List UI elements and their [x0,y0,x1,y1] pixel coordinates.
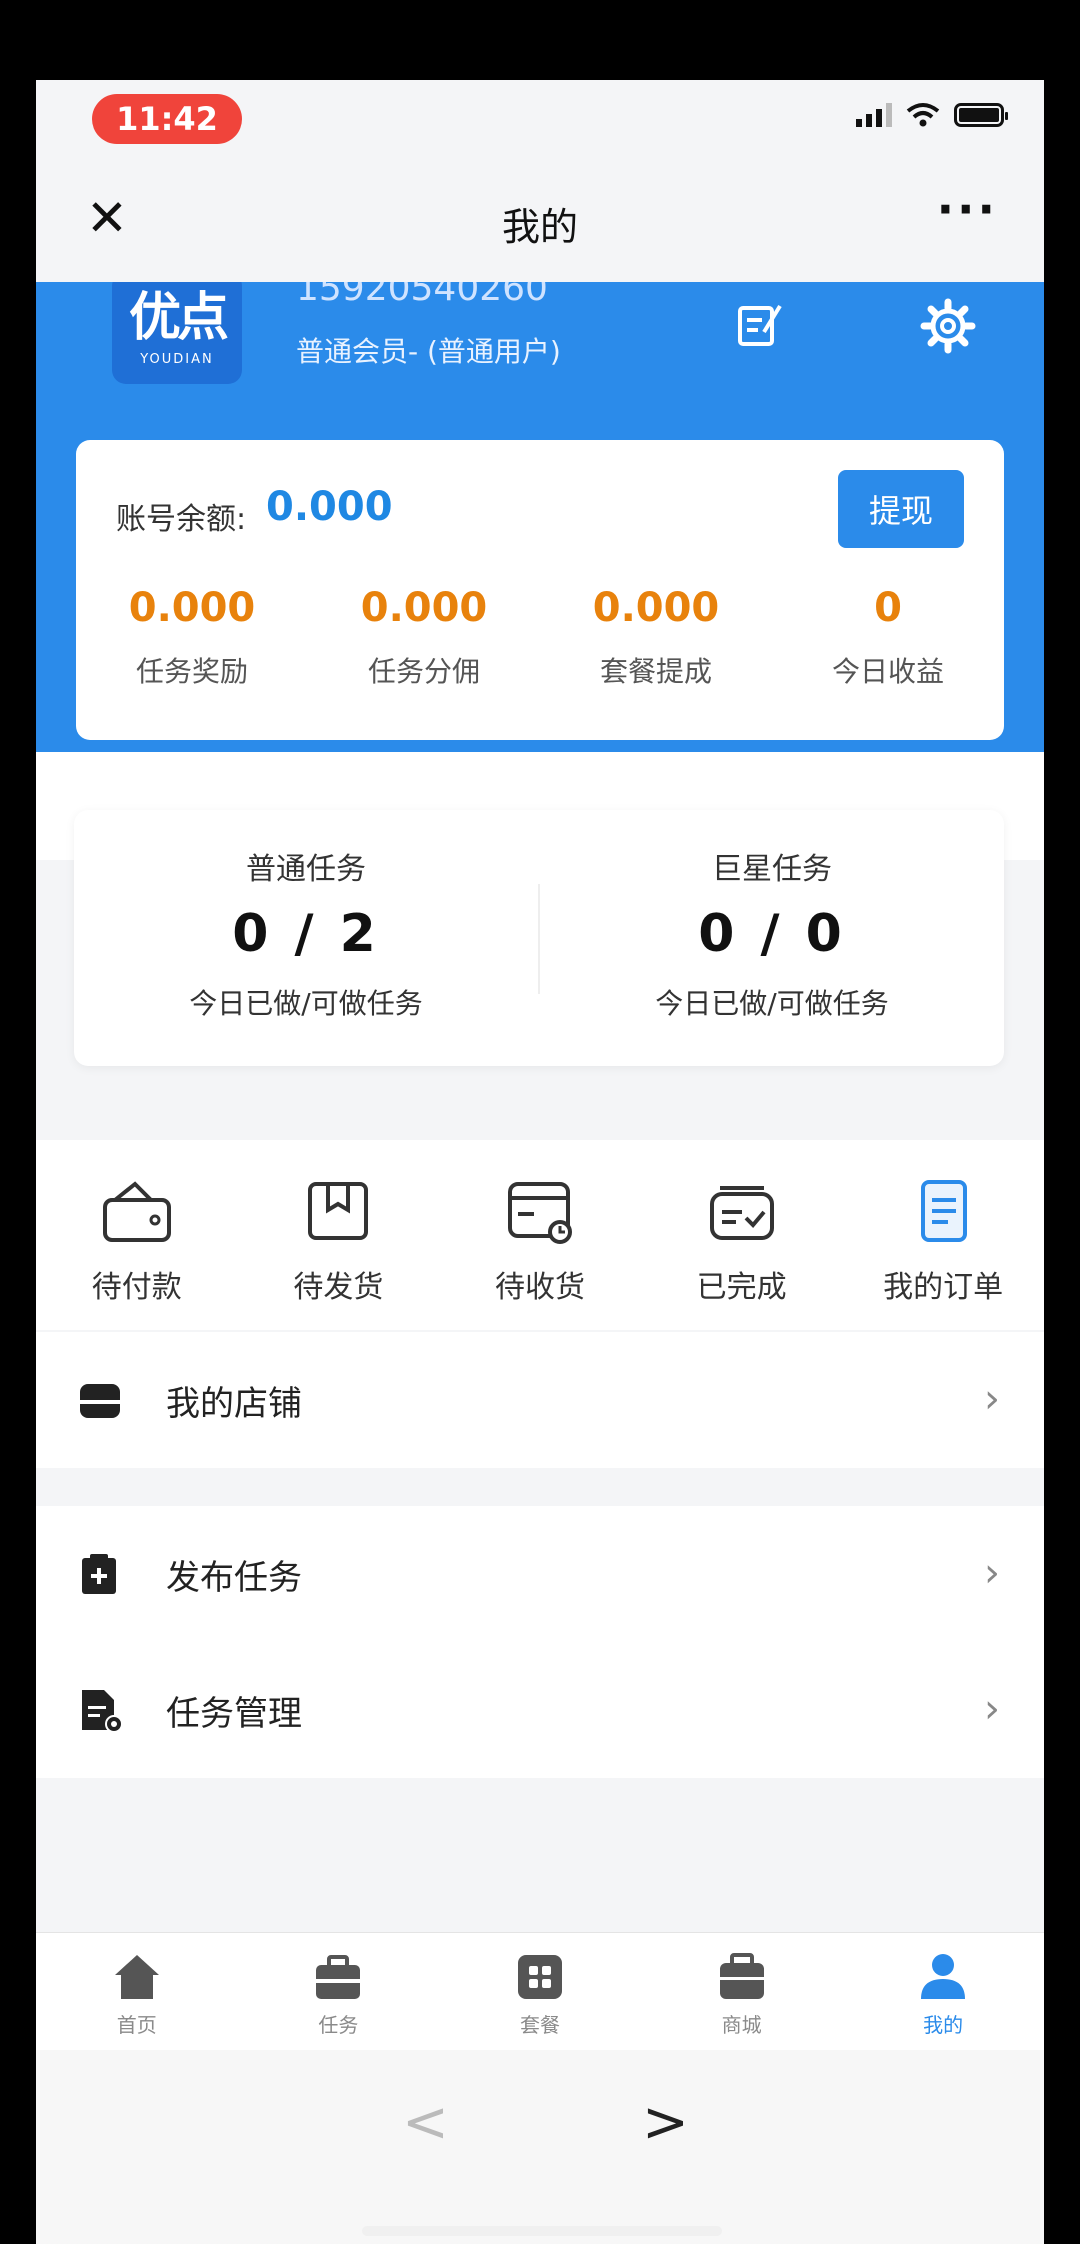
menu-label: 我的店铺 [166,1383,302,1424]
order-label: 待发货 [293,1270,384,1305]
briefcase-icon [316,1955,361,1999]
stat-label: 套餐提成 [599,655,712,688]
logo-subtext: YOUDIAN [140,351,214,367]
order-pending-receipt[interactable]: 待收货 [439,1140,641,1330]
battery-icon [954,103,1008,127]
shop-icon [719,1953,764,1999]
menu-label: 任务管理 [166,1693,302,1734]
user-icon [921,1954,966,1999]
order-shortcuts: 待付款 待发货 待收货 已完成 我的订单 [36,1140,1044,1330]
order-label: 我的订单 [883,1270,1004,1305]
browser-toolbar: < > [36,2050,1044,2244]
menu-group-store: 我的店铺 › [36,1332,1044,1468]
browser-forward-button[interactable]: > [642,2090,689,2155]
balance-value: 0.000 [266,484,393,530]
order-label: 待收货 [494,1270,585,1305]
star-task-summary[interactable]: 巨星任务 0 / 0 今日已做/可做任务 [540,810,1004,1066]
order-completed[interactable]: 已完成 [641,1140,843,1330]
stat-label: 今日收益 [831,655,944,688]
menu-item-publish-task[interactable]: 发布任务 › [36,1506,1044,1642]
stat-value: 0.000 [360,585,488,631]
task-count: 0 / 0 [698,904,846,964]
task-desc: 今日已做/可做任务 [655,987,889,1020]
order-all[interactable]: 我的订单 [842,1140,1044,1330]
stat-value: 0.000 [128,585,256,631]
user-phone: 15920540260 [296,282,548,309]
phone-screen: 11:42 ✕ 我的 ··· 优点 YOUDIAN 15920540260 普通… [36,80,1044,2244]
balance-label: 账号余额: [116,502,247,537]
task-title: 普通任务 [246,852,366,887]
stat-package-bonus[interactable]: 0.000 套餐提成 [540,580,772,690]
logo-text: 优点 [128,287,229,348]
stat-today-earnings[interactable]: 0 今日收益 [772,580,1004,690]
nav-bar: ✕ 我的 ··· [36,160,1044,282]
store-icon [80,1384,120,1418]
stat-label: 任务奖励 [135,655,248,688]
order-label: 已完成 [696,1270,787,1305]
order-label: 待付款 [91,1270,182,1305]
status-bar: 11:42 [36,80,1044,160]
withdraw-button[interactable]: 提现 [838,470,964,548]
app-logo: 优点 YOUDIAN [112,282,242,384]
menu-label: 发布任务 [166,1557,302,1598]
status-time: 11:42 [92,94,242,144]
document-gear-icon [82,1690,123,1733]
menu-item-task-management[interactable]: 任务管理 › [36,1642,1044,1778]
menu-group-tasks: 发布任务 › 任务管理 › [36,1506,1044,1778]
stat-label: 任务分佣 [367,655,480,688]
normal-task-summary[interactable]: 普通任务 0 / 2 今日已做/可做任务 [74,810,538,1066]
tab-label: 任务 [318,2013,359,2037]
stat-task-reward[interactable]: 0.000 任务奖励 [76,580,308,690]
member-level: 普通会员- (普通用户) [296,335,561,368]
task-summary-card: 普通任务 0 / 2 今日已做/可做任务 巨星任务 0 / 0 今日已做/可做任… [74,810,1004,1066]
bottom-tab-bar: 首页 任务 套餐 商城 我的 [36,1932,1044,2051]
balance-card: 账号余额: 0.000 提现 0.000 任务奖励 0.000 任务分佣 0.0… [76,440,1004,740]
order-pending-shipment[interactable]: 待发货 [238,1140,440,1330]
edit-icon[interactable] [734,302,784,350]
home-indicator[interactable] [362,2226,722,2236]
check-card-icon [709,1186,774,1240]
stat-value: 0.000 [592,585,720,631]
status-icons [856,102,1008,128]
clipboard-plus-icon [82,1554,116,1594]
document-icon [921,1180,968,1242]
stat-task-commission[interactable]: 0.000 任务分佣 [308,580,540,690]
gear-icon[interactable] [920,298,976,354]
chevron-right-icon: › [984,1550,1000,1596]
more-button[interactable]: ··· [937,182,998,236]
stat-value: 0 [874,585,902,631]
page-title: 我的 [501,205,578,249]
menu-item-my-store[interactable]: 我的店铺 › [36,1332,1044,1468]
wallet-icon [102,1181,171,1242]
card-clock-icon [507,1182,572,1244]
box-icon [308,1182,369,1240]
task-count: 0 / 2 [232,904,380,964]
tab-label: 商城 [721,2013,762,2037]
tab-tasks[interactable]: 任务 [238,1933,440,2051]
tab-mall[interactable]: 商城 [641,1933,843,2051]
task-desc: 今日已做/可做任务 [189,987,423,1020]
tab-label: 套餐 [519,2013,560,2037]
signal-icon [856,103,892,127]
tab-packages[interactable]: 套餐 [439,1933,641,2051]
chevron-right-icon: › [984,1376,1000,1422]
tab-mine[interactable]: 我的 [842,1933,1044,2051]
browser-back-button[interactable]: < [402,2090,449,2155]
home-icon [114,1955,159,1999]
task-title: 巨星任务 [712,852,832,887]
wifi-icon [906,103,940,127]
tab-label: 我的 [923,2013,964,2037]
tab-label: 首页 [116,2013,157,2037]
grid-icon [517,1955,562,1999]
order-pending-payment[interactable]: 待付款 [36,1140,238,1330]
chevron-right-icon: › [984,1686,1000,1732]
tab-home[interactable]: 首页 [36,1933,238,2051]
earnings-stats: 0.000 任务奖励 0.000 任务分佣 0.000 套餐提成 0 今日收益 [76,580,1004,690]
